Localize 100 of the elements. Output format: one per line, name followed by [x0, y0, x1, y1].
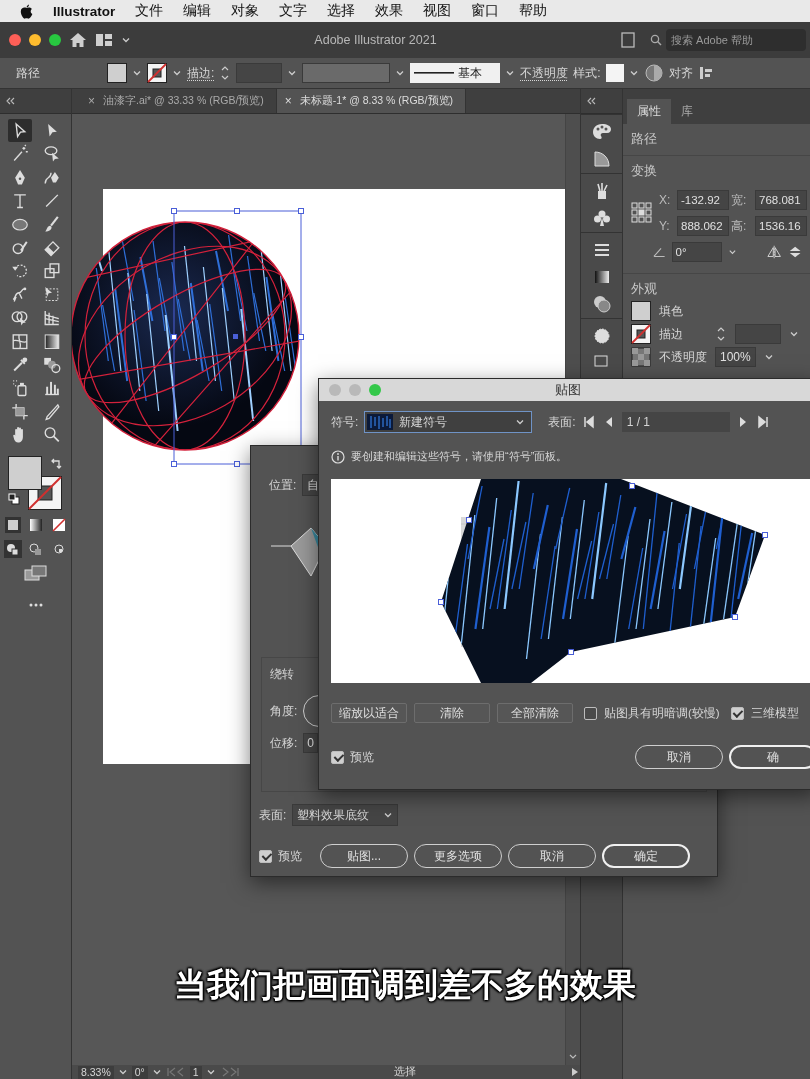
number-field[interactable]: 888.062	[677, 216, 729, 236]
checkbox[interactable]	[730, 706, 744, 720]
stroke-link[interactable]: 描边:	[187, 64, 215, 82]
play-icon[interactable]	[570, 1067, 580, 1077]
offset-field[interactable]: 0	[303, 733, 319, 753]
dialog-button[interactable]: 全部清除	[497, 703, 573, 723]
surface-page-field[interactable]: 1 / 1	[621, 412, 730, 432]
dialog-button[interactable]: 取消	[635, 745, 723, 769]
document-tab[interactable]: × 油漆字.ai* @ 33.33 % (RGB/预览)	[80, 89, 277, 113]
stroke-swatch[interactable]	[631, 324, 651, 344]
opacity-label[interactable]: 不透明度	[659, 348, 707, 366]
stroke-label[interactable]: 描边	[659, 325, 683, 343]
menu-item[interactable]: 效果	[375, 2, 404, 20]
draw-normal-icon[interactable]	[3, 540, 22, 559]
caret-icon[interactable]	[505, 68, 516, 78]
close-window-button[interactable]	[9, 34, 21, 46]
club-icon[interactable]	[591, 208, 612, 228]
reference-point-icon[interactable]	[631, 202, 653, 224]
caret-icon[interactable]	[117, 1067, 128, 1077]
caret-icon[interactable]	[121, 35, 131, 45]
caret-icon[interactable]	[205, 1067, 216, 1077]
dialog-button[interactable]: 确定	[602, 844, 690, 868]
symbol-dropdown[interactable]: 新建符号	[364, 411, 533, 433]
caret-icon[interactable]	[763, 352, 774, 362]
panel-tab[interactable]: 属性	[627, 99, 671, 124]
fill-label[interactable]: 填色	[659, 302, 683, 320]
flip-vertical-icon[interactable]	[787, 245, 802, 259]
opacity-link[interactable]: 不透明度	[520, 64, 569, 82]
last-surface-icon[interactable]	[755, 415, 770, 429]
document-window-icon[interactable]	[620, 32, 636, 48]
artboard-field[interactable]: 1	[189, 1065, 202, 1079]
fill-swatch[interactable]	[107, 63, 127, 83]
align-label[interactable]: 对齐	[668, 64, 693, 82]
rotation-field[interactable]: 0°	[131, 1065, 148, 1079]
dialog-button[interactable]: 缩放以适合	[331, 703, 407, 723]
layout-grid-icon[interactable]	[95, 33, 113, 47]
stroke-weight-field[interactable]	[735, 324, 781, 344]
gradient-wedge-icon[interactable]	[591, 149, 612, 169]
palette-icon[interactable]	[591, 122, 612, 142]
surface-dropdown[interactable]: 塑料效果底纹	[292, 804, 399, 826]
menu-item[interactable]: 对象	[231, 2, 260, 20]
caret-icon[interactable]	[728, 247, 738, 257]
menu-item[interactable]: 选择	[327, 2, 356, 20]
caret-icon[interactable]	[628, 68, 639, 78]
search-field[interactable]: 搜索 Adobe 帮助	[666, 29, 806, 51]
dialog-button[interactable]: 取消	[508, 844, 596, 868]
zoom-window-button[interactable]	[49, 34, 61, 46]
caret-icon[interactable]	[287, 68, 298, 78]
caret-icon[interactable]	[789, 329, 799, 339]
panel-tab[interactable]: 库	[671, 99, 703, 124]
close-tab-button[interactable]: ×	[88, 94, 95, 108]
menu-item[interactable]: 视图	[423, 2, 452, 20]
app-menu[interactable]: Illustrator	[53, 3, 116, 19]
close-tab-button[interactable]: ×	[284, 94, 292, 108]
minimize-window-button[interactable]	[29, 34, 41, 46]
number-field[interactable]: 768.081	[755, 190, 807, 210]
angle-dropdown[interactable]: 0°	[671, 242, 723, 262]
menu-item[interactable]: 文件	[135, 2, 164, 20]
dialog-button[interactable]: 更多选项	[414, 844, 502, 868]
align-icon[interactable]	[697, 65, 714, 81]
checkbox[interactable]	[584, 706, 597, 720]
zoom-field[interactable]: 8.33%	[78, 1065, 114, 1079]
opacity-field[interactable]: 100%	[715, 347, 756, 367]
caret-icon[interactable]	[395, 68, 406, 78]
more-icon[interactable]	[27, 602, 44, 609]
stroke-weight-field[interactable]	[236, 63, 283, 83]
menu-item[interactable]: 编辑	[183, 2, 212, 20]
stroke-profile-dropdown[interactable]: 基本	[410, 63, 501, 83]
caret-icon[interactable]	[568, 1053, 578, 1061]
home-icon[interactable]	[69, 32, 87, 48]
checkbox[interactable]	[259, 849, 272, 863]
caret-icon[interactable]	[383, 810, 394, 820]
swap-arrows-icon[interactable]	[49, 458, 62, 471]
screen-mode-icon[interactable]	[23, 564, 48, 583]
color-mode-icon[interactable]	[3, 516, 22, 535]
fill-swatch[interactable]	[631, 301, 651, 321]
menu-item[interactable]: 文字	[279, 2, 308, 20]
menu-item[interactable]: 窗口	[471, 2, 500, 20]
arrow-pointer-icon[interactable]	[7, 119, 32, 143]
stroke-swatch[interactable]	[147, 63, 167, 83]
dialog-button[interactable]: 确	[729, 745, 810, 769]
number-field[interactable]: -132.92	[677, 190, 729, 210]
caret-icon[interactable]	[515, 417, 526, 427]
dialog-button[interactable]: 贴图...	[320, 844, 408, 868]
document-tab[interactable]: × 未标题-1* @ 8.33 % (RGB/预览)	[276, 89, 466, 113]
transparency-icon[interactable]	[631, 347, 651, 367]
first-surface-icon[interactable]	[581, 415, 596, 429]
dialog-button[interactable]: 清除	[414, 703, 490, 723]
caret-icon[interactable]	[132, 68, 142, 78]
caret-icon[interactable]	[151, 1067, 162, 1077]
checkbox[interactable]	[331, 750, 344, 764]
number-field[interactable]: 1536.16	[755, 216, 807, 236]
overlapping-circles-icon[interactable]	[591, 294, 612, 314]
default-colors-icon[interactable]	[7, 493, 20, 506]
recolor-icon[interactable]	[643, 63, 664, 83]
menu-item[interactable]: 帮助	[519, 2, 548, 20]
apple-logo-icon[interactable]	[20, 3, 33, 19]
fill-and-stroke-swatch-drawing[interactable]	[7, 456, 62, 511]
caret-icon[interactable]	[172, 68, 182, 78]
flip-horizontal-icon[interactable]	[767, 245, 782, 259]
